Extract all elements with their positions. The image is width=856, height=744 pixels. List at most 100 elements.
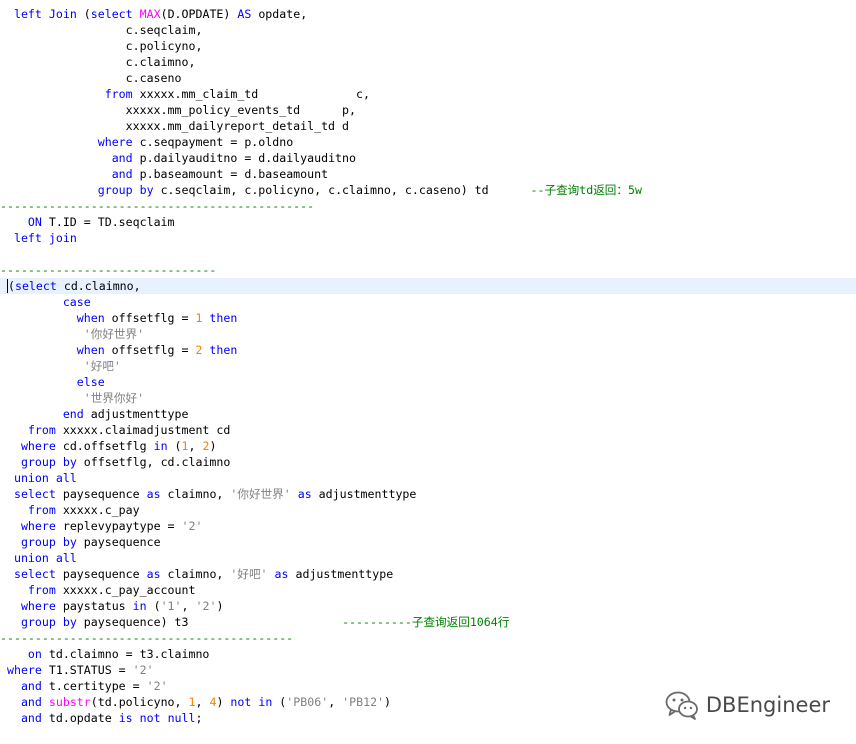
code-text: p.baseamount = d.baseamount — [132, 167, 329, 181]
code-text: xxxxx.c_pay — [55, 503, 140, 517]
code-text: replevypaytype = — [55, 519, 182, 533]
keyword: and — [111, 151, 133, 165]
code-text: adjustmenttype — [311, 487, 417, 501]
code-line[interactable]: select paysequence as claimno, '好吧' as a… — [0, 566, 856, 582]
code-line[interactable]: union all — [0, 550, 856, 566]
code-text: p.dailyauditno = d.dailyauditno — [132, 151, 357, 165]
keyword: in — [258, 695, 273, 709]
code-text: ( — [272, 695, 287, 709]
code-line[interactable]: from xxxxx.c_pay_account — [0, 582, 856, 598]
sql-editor[interactable]: left Join (select MAX(D.OPDATE) AS opdat… — [0, 0, 856, 744]
code-line[interactable]: end adjustmenttype — [0, 406, 856, 422]
code-line[interactable]: '你好世界' — [0, 326, 856, 342]
code-text: ) — [216, 695, 231, 709]
keyword: then — [209, 311, 238, 325]
keyword: as — [274, 567, 289, 581]
keyword: not — [230, 695, 252, 709]
code-line[interactable]: when offsetflg = 2 then — [0, 342, 856, 358]
keyword: null — [167, 711, 196, 725]
code-line[interactable]: group by offsetflg, cd.claimno — [0, 454, 856, 470]
keyword: else — [76, 375, 105, 389]
code-text: c.seqclaim, — [0, 23, 203, 37]
code-text: , — [188, 439, 203, 453]
code-line[interactable]: select paysequence as claimno, '你好世界' as… — [0, 486, 856, 502]
code-line[interactable]: '好吧' — [0, 358, 856, 374]
paren-at-caret: ( — [6, 279, 15, 293]
code-line[interactable]: c.claimno, — [0, 54, 856, 70]
code-line[interactable]: c.policyno, — [0, 38, 856, 54]
code-line[interactable]: case — [0, 294, 856, 310]
keyword: not — [139, 711, 161, 725]
code-line[interactable]: left join — [0, 230, 856, 246]
code-line[interactable]: where c.seqpayment = p.oldno — [0, 134, 856, 150]
keyword: case — [62, 295, 91, 309]
code-line[interactable]: when offsetflg = 1 then — [0, 310, 856, 326]
code-line[interactable]: where replevypaytype = '2' — [0, 518, 856, 534]
code-line[interactable]: on td.claimno = t3.claimno — [0, 646, 856, 662]
comment: ----------子查询返回1064行 — [342, 615, 510, 629]
keyword: in — [132, 599, 147, 613]
string-literal: '2' — [195, 599, 217, 613]
code-line[interactable]: ----------------------------------------… — [0, 630, 856, 646]
code-line[interactable]: ON T.ID = TD.seqclaim — [0, 214, 856, 230]
keyword: AS — [237, 7, 252, 21]
code-line[interactable]: where paystatus in ('1', '2') — [0, 598, 856, 614]
keyword: by — [62, 455, 77, 469]
code-line[interactable]: ------------------------------- — [0, 262, 856, 278]
code-line[interactable]: where T1.STATUS = '2' — [0, 662, 856, 678]
code-line[interactable]: from xxxxx.claimadjustment cd — [0, 422, 856, 438]
code-text: offsetflg, cd.claimno — [76, 455, 231, 469]
code-text: cd.offsetflg — [55, 439, 154, 453]
keyword: as — [297, 487, 312, 501]
code-line[interactable]: and p.baseamount = d.baseamount — [0, 166, 856, 182]
code-line[interactable]: and p.dailyauditno = d.dailyauditno — [0, 150, 856, 166]
code-line[interactable]: where cd.offsetflg in (1, 2) — [0, 438, 856, 454]
keyword: when — [76, 311, 105, 325]
keyword: select — [13, 567, 56, 581]
code-text: c.policyno, — [0, 39, 203, 53]
string-literal: '1' — [160, 599, 182, 613]
keyword: end — [62, 407, 84, 421]
code-line[interactable]: xxxxx.mm_dailyreport_detail_td d — [0, 118, 856, 134]
code-line[interactable]: group by paysequence) t3 ----------子查询返回… — [0, 614, 856, 630]
code-line[interactable]: group by paysequence — [0, 534, 856, 550]
code-line[interactable]: ----------------------------------------… — [0, 198, 856, 214]
keyword: from — [27, 423, 56, 437]
keyword: is — [118, 711, 133, 725]
keyword: left — [13, 231, 42, 245]
code-line[interactable]: group by c.seqclaim, c.policyno, c.claim… — [0, 182, 856, 198]
code-line[interactable]: c.caseno — [0, 70, 856, 86]
code-text: claimno, — [160, 567, 231, 581]
code-text: ; — [195, 711, 203, 725]
code-line[interactable]: xxxxx.mm_policy_events_td p, — [0, 102, 856, 118]
code-line[interactable]: union all — [0, 470, 856, 486]
keyword: and — [111, 167, 133, 181]
code-text: (D.OPDATE) — [160, 7, 238, 21]
code-line[interactable]: left Join (select MAX(D.OPDATE) AS opdat… — [0, 6, 856, 22]
code-line[interactable]: else — [0, 374, 856, 390]
code-line[interactable]: from xxxxx.mm_claim_td c, — [0, 86, 856, 102]
code-line[interactable]: '世界你好' — [0, 390, 856, 406]
keyword: group — [20, 615, 56, 629]
keyword: in — [153, 439, 168, 453]
code-line[interactable]: (select cd.claimno, — [0, 278, 856, 294]
code-line[interactable]: c.seqclaim, — [0, 22, 856, 38]
code-line[interactable] — [0, 246, 856, 262]
code-line[interactable]: from xxxxx.c_pay — [0, 502, 856, 518]
